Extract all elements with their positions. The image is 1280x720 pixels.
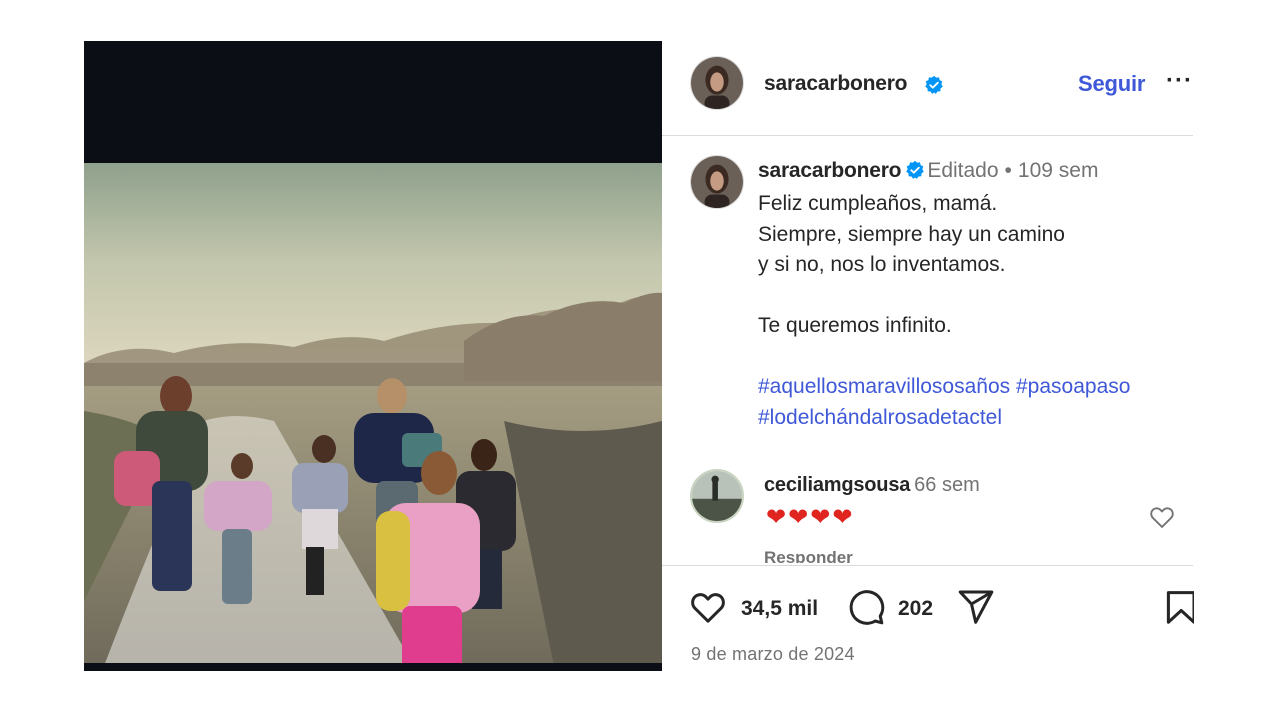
comment-header: ceciliamgsousa 66 sem	[764, 474, 980, 497]
caption-line: y si no, nos lo inventamos.	[758, 253, 1006, 276]
caption-line	[758, 342, 1188, 373]
caption-line: Te queremos infinito.	[758, 314, 952, 337]
hashtag-link[interactable]: #lodelchándalrosadetactel	[758, 406, 1002, 429]
verified-badge-icon	[925, 75, 943, 94]
caption-text: Feliz cumpleaños, mamá. Siempre, siempre…	[758, 189, 1188, 433]
avatar-portrait-icon	[691, 156, 743, 208]
actions-divider	[662, 565, 1193, 566]
post-date[interactable]: 9 de marzo de 2024	[691, 644, 855, 665]
follow-button[interactable]: Seguir	[1078, 71, 1145, 97]
comment-count[interactable]: 202	[898, 597, 933, 621]
commenter-username[interactable]: ceciliamgsousa	[764, 474, 910, 496]
author-username[interactable]: saracarbonero	[764, 72, 908, 96]
caption-header: saracarbonero Editado • 109 sem	[758, 159, 1098, 183]
heart-outline-icon[interactable]	[688, 587, 728, 627]
reply-link[interactable]: Responder	[764, 548, 853, 563]
hashtag-line: #lodelchándalrosadetactel	[758, 403, 1188, 434]
separator-dot: •	[1004, 159, 1012, 182]
hashtag-link[interactable]: #aquellosmaravillososaños	[758, 375, 1010, 398]
speech-bubble-icon[interactable]	[846, 587, 886, 627]
comment-text: ❤❤❤❤	[766, 504, 855, 531]
post-time-ago[interactable]: 109 sem	[1018, 159, 1099, 182]
comment-time-ago[interactable]: 66 sem	[914, 474, 980, 496]
bookmark-icon[interactable]	[1162, 587, 1194, 627]
family-walking-photo	[84, 41, 662, 671]
comment-heart-outline-icon[interactable]	[1148, 503, 1176, 531]
more-options-button[interactable]: ···	[1166, 67, 1193, 95]
avatar-landscape-icon	[692, 471, 742, 521]
caption-author-avatar[interactable]	[690, 155, 744, 209]
paper-plane-icon[interactable]	[956, 587, 996, 627]
hashtag-link[interactable]: #pasoapaso	[1016, 375, 1130, 398]
caption-line: Siempre, siempre hay un camino	[758, 222, 1065, 246]
caption-line: Feliz cumpleaños, mamá.	[758, 192, 998, 215]
post-photo[interactable]	[84, 41, 662, 671]
header-divider	[662, 135, 1193, 136]
verified-badge-icon	[906, 160, 925, 179]
edited-label: Editado	[927, 159, 999, 182]
like-count[interactable]: 34,5 mil	[741, 597, 818, 621]
hashtag-line: #aquellosmaravillososaños #pasoapaso	[758, 372, 1188, 403]
caption-username[interactable]: saracarbonero	[758, 159, 902, 182]
commenter-avatar[interactable]	[690, 469, 744, 523]
caption-line	[758, 281, 1188, 312]
author-avatar[interactable]	[690, 56, 744, 110]
post-details-panel: saracarbonero Seguir ··· saracarbonero E…	[662, 41, 1194, 671]
avatar-portrait-icon	[691, 57, 743, 109]
